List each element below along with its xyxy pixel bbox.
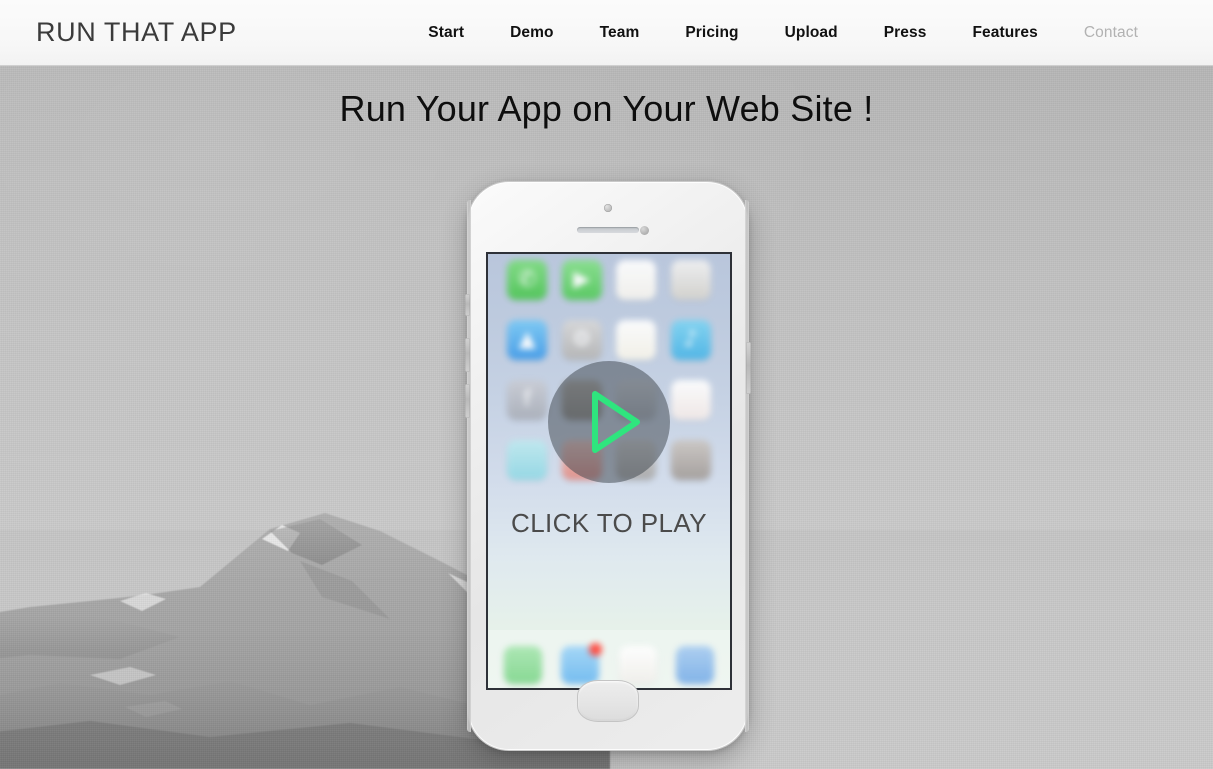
nav-item-features[interactable]: Features [949,24,1060,42]
power-button[interactable] [746,342,751,394]
site-header: RUN THAT APP Start Demo Team Pricing Upl… [0,0,1213,66]
nav-item-team[interactable]: Team [577,24,663,42]
main-navigation: Start Demo Team Pricing Upload Press Fea… [405,24,1161,42]
play-caption: CLICK TO PLAY [511,508,707,538]
phone-left-rail [467,200,471,732]
proximity-sensor [640,226,649,235]
phone-body: ✆ ▶ ▲ ⚙ ♪ f CLICK TO PLAY [465,181,751,751]
nav-item-upload[interactable]: Upload [762,24,861,42]
volume-up-button[interactable] [465,338,470,372]
hero-section: Run Your App on Your Web Site ! ✆ ▶ ▲ ⚙ ♪ f [0,66,1213,769]
play-triangle-icon [592,391,640,453]
nav-item-start[interactable]: Start [405,24,487,42]
play-button[interactable] [548,361,670,483]
front-camera-icon [604,204,612,212]
video-play-overlay[interactable]: CLICK TO PLAY [488,254,730,688]
hero-headline: Run Your App on Your Web Site ! [339,88,874,129]
home-button[interactable] [577,680,639,722]
nav-item-pricing[interactable]: Pricing [662,24,761,42]
mute-switch[interactable] [465,294,470,316]
brand-logo[interactable]: RUN THAT APP [36,17,237,48]
volume-down-button[interactable] [465,384,470,418]
phone-mockup: ✆ ▶ ▲ ⚙ ♪ f CLICK TO PLAY [465,181,751,751]
earpiece-speaker [577,227,639,233]
phone-right-rail [745,200,749,732]
nav-item-press[interactable]: Press [861,24,950,42]
nav-item-contact[interactable]: Contact [1061,24,1161,42]
phone-screen: ✆ ▶ ▲ ⚙ ♪ f CLICK TO PLAY [486,252,732,690]
nav-item-demo[interactable]: Demo [487,24,576,42]
